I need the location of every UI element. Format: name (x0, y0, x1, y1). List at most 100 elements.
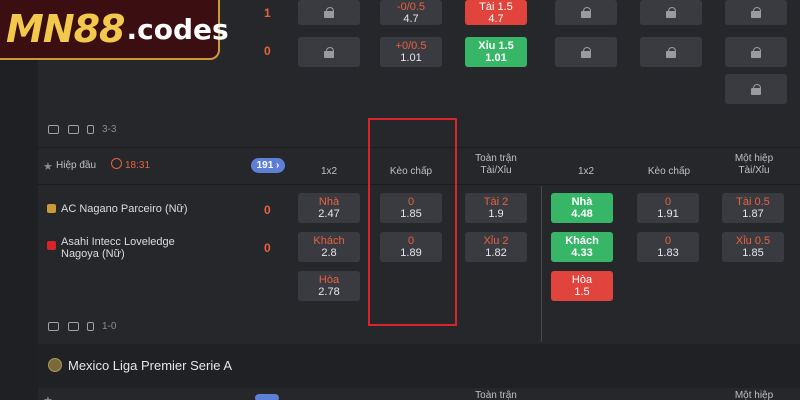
odds-key: Hòa (571, 274, 593, 286)
odds-key: Xỉu 1.5 (478, 40, 514, 52)
match-footer-count: 1-0 (102, 321, 117, 332)
odds-value: 1.85 (742, 247, 764, 259)
pitch-icon[interactable] (87, 125, 94, 134)
over-under-odds-cell[interactable]: Xỉu 2 1.82 (465, 232, 527, 262)
more-markets-badge[interactable]: 191 › (251, 158, 285, 173)
away-team[interactable]: Asahi Intecc Loveledge Nagoya (Nữ) (61, 236, 175, 260)
star-icon[interactable]: ★ (43, 160, 53, 173)
odds-value: 4.33 (571, 247, 593, 259)
locked-odds-cell (298, 0, 360, 25)
column-header-over-under-half: Một hiệp (734, 390, 774, 400)
away-team-line1: Asahi Intecc Loveledge (61, 236, 175, 248)
lock-icon (751, 46, 761, 58)
odds-key: Hòa (318, 274, 340, 286)
1x2-half-odds-cell[interactable]: Nhà 4.48 (551, 193, 613, 223)
away-score: 0 (264, 241, 271, 255)
1x2-half-odds-cell[interactable]: Hòa 1.5 (551, 271, 613, 301)
stats-icon[interactable] (68, 125, 79, 134)
video-icon[interactable] (48, 125, 59, 134)
odds-value: 2.8 (321, 247, 337, 259)
odds-value: 1.01 (485, 52, 507, 64)
away-team-line2: Nagoya (Nữ) (61, 248, 125, 260)
odds-key: Tài 0.5 (736, 196, 770, 208)
odds-key: 0 (664, 196, 672, 208)
1x2-half-odds-cell[interactable]: Khách 4.33 (551, 232, 613, 262)
1x2-odds-cell[interactable]: Khách 2.8 (298, 232, 360, 262)
column-header-over-under: Toàn trận Tài/Xỉu (475, 153, 517, 176)
odds-value: 1.82 (485, 247, 507, 259)
handicap-odds-cell[interactable]: +0/0.5 1.01 (380, 37, 442, 67)
match-footer-count: 3-3 (102, 124, 117, 135)
locked-odds-cell (298, 37, 360, 67)
odds-key: Tài 2 (483, 196, 509, 208)
odds-key: Tài 1.5 (479, 0, 513, 13)
league-logo-icon (48, 358, 62, 372)
home-score: 1 (264, 6, 271, 20)
handicap-highlight-box (368, 118, 457, 326)
locked-odds-cell (555, 0, 617, 25)
odds-value: 1.87 (742, 208, 764, 220)
locked-odds-cell (640, 0, 702, 25)
logo-brand: MN88 (6, 7, 125, 51)
lock-icon (751, 7, 761, 18)
over-under-half-odds-cell[interactable]: Xỉu 0.5 1.85 (722, 232, 784, 262)
column-header-over-under-half: Một hiệp Tài/Xỉu (734, 153, 774, 176)
odds-value: 4.7 (403, 12, 419, 25)
odds-key: 0 (664, 235, 672, 247)
brand-logo: MN88 .codes (0, 0, 229, 60)
odds-value: 2.47 (318, 208, 340, 220)
odds-key: Xỉu 0.5 (735, 235, 771, 247)
odds-value: 1.91 (657, 208, 679, 220)
locked-odds-cell (725, 37, 787, 67)
locked-odds-cell (725, 0, 787, 25)
clock-icon (111, 158, 122, 169)
odds-value: 1.83 (657, 247, 679, 259)
team-logo-icon (47, 204, 56, 213)
odds-key: Khách (313, 235, 345, 247)
handicap-half-odds-cell[interactable]: 0 1.91 (637, 193, 699, 223)
odds-value: 1.5 (574, 286, 590, 298)
1x2-odds-cell[interactable]: Hòa 2.78 (298, 271, 360, 301)
over-under-odds-cell[interactable]: Xỉu 1.5 1.01 (465, 37, 527, 67)
match-time: 18:31 (125, 160, 151, 171)
odds-value: 1.01 (400, 52, 422, 64)
column-header-1x2-half: 1x2 (577, 166, 595, 177)
logo-suffix: .codes (126, 12, 229, 46)
odds-key: Xỉu 2 (483, 235, 509, 247)
lock-icon (581, 7, 591, 18)
pitch-icon[interactable] (87, 322, 94, 331)
handicap-half-odds-cell[interactable]: 0 1.83 (637, 232, 699, 262)
video-icon[interactable] (48, 322, 59, 331)
over-under-half-odds-cell[interactable]: Tài 0.5 1.87 (722, 193, 784, 223)
1x2-odds-cell[interactable]: Nhà 2.47 (298, 193, 360, 223)
odds-key: Nhà (571, 196, 593, 208)
lock-icon (324, 46, 334, 58)
lock-icon (751, 83, 761, 95)
odds-key: +0/0.5 (395, 40, 427, 52)
league-name: Mexico Liga Premier Serie A (68, 358, 233, 373)
more-markets-badge[interactable] (255, 394, 279, 400)
odds-value: 4.48 (571, 208, 593, 220)
over-under-odds-cell[interactable]: Tài 2 1.9 (465, 193, 527, 223)
star-icon[interactable]: ★ (43, 394, 53, 400)
odds-value: 2.78 (318, 286, 340, 298)
column-header-handicap-half: Kèo chấp (647, 166, 691, 177)
badge-count: 191 (256, 160, 274, 171)
locked-odds-cell (725, 74, 787, 104)
lock-icon (666, 7, 676, 18)
lock-icon (324, 7, 334, 18)
stats-icon[interactable] (68, 322, 79, 331)
locked-odds-cell (555, 37, 617, 67)
handicap-odds-cell[interactable]: -0/0.5 4.7 (380, 0, 442, 25)
locked-odds-cell (640, 37, 702, 67)
over-under-odds-cell[interactable]: Tài 1.5 4.7 (465, 0, 527, 25)
half-divider (541, 186, 542, 342)
odds-key: Nhà (318, 196, 340, 208)
lock-icon (666, 46, 676, 58)
odds-value: 1.9 (488, 208, 504, 220)
lock-icon (581, 46, 591, 58)
away-score: 0 (264, 44, 271, 58)
column-header-over-under: Toàn trận (475, 390, 517, 400)
column-header-1x2: 1x2 (320, 166, 338, 177)
home-team[interactable]: AC Nagano Parceiro (Nữ) (61, 203, 188, 215)
